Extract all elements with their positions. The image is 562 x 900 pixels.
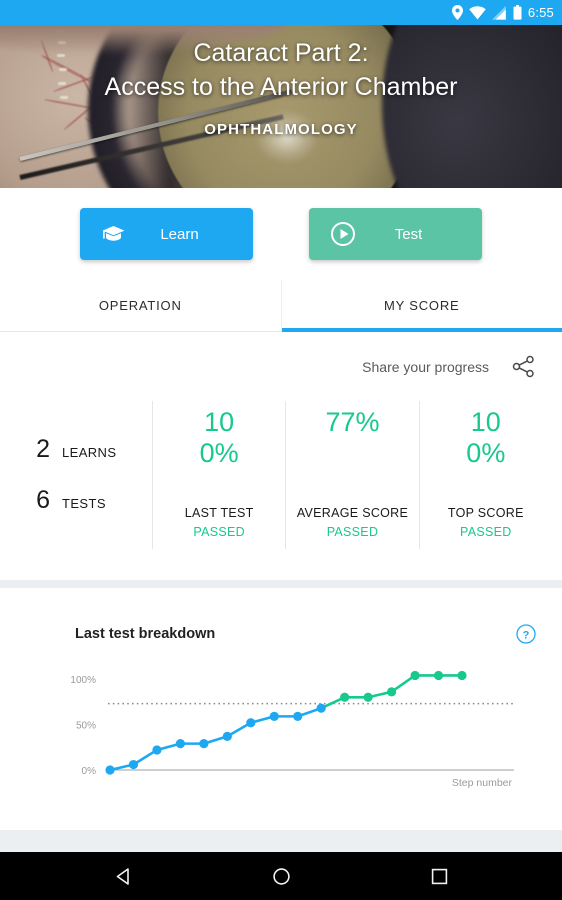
tab-bar: OPERATION MY SCORE [0, 280, 562, 332]
stat-last-test: 100% LAST TEST PASSED [152, 401, 285, 549]
hero-banner: Cataract Part 2: Access to the Anterior … [0, 25, 562, 188]
chart-data-point [128, 759, 139, 770]
chart-header: Last test breakdown ? [0, 588, 562, 644]
hero-subtitle: OPHTHALMOLOGY [204, 121, 358, 138]
chart-data-point [269, 711, 279, 721]
back-triangle-icon[interactable] [103, 856, 143, 896]
tests-count-value: 6 [36, 486, 50, 514]
app-root: 6:55 Cataract Part 2: Access to the Ante… [0, 0, 562, 900]
chart-data-point [387, 687, 397, 697]
chart-title: Last test breakdown [75, 626, 216, 642]
android-nav-bar [0, 852, 562, 900]
tab-operation[interactable]: OPERATION [0, 280, 281, 331]
top-score-value: 100% [466, 407, 506, 468]
test-button[interactable]: Test [309, 208, 482, 260]
score-line-chart: 0% 50% 100% Step number [70, 670, 514, 789]
last-test-breakdown-card: Last test breakdown ? 0% 50% 100% Step numb… [0, 588, 562, 830]
top-score-status: PASSED [460, 525, 512, 539]
x-axis-label: Step number [452, 777, 513, 789]
chart-data-point [363, 692, 373, 702]
chart-data-point [340, 692, 350, 702]
last-test-status: PASSED [193, 525, 245, 539]
chart-data-point [410, 670, 420, 681]
home-circle-icon[interactable] [261, 856, 301, 896]
stat-top-score: 100% TOP SCORE PASSED [418, 401, 552, 549]
status-bar: 6:55 [0, 0, 562, 25]
average-score-status: PASSED [326, 525, 379, 539]
hero-title-line-1: Cataract Part 2: [193, 39, 369, 67]
share-icon[interactable] [511, 354, 536, 379]
hero-title-line-2: Access to the Anterior Chamber [104, 73, 458, 101]
learn-button[interactable]: Learn [80, 208, 253, 260]
stats-row: 2 LEARNS 6 TESTS 100% LAST TEST PASSED 7… [0, 401, 562, 549]
svg-text:?: ? [523, 629, 530, 641]
chart-data-point [457, 670, 467, 681]
chart-data-point [105, 765, 115, 775]
learns-count-value: 2 [36, 435, 50, 463]
last-test-value: 100% [199, 407, 239, 468]
last-test-label: LAST TEST [184, 506, 254, 520]
chart-area: 0% 50% 100% Step number [0, 658, 562, 798]
tests-count-label: TESTS [62, 496, 106, 511]
play-circle-icon [331, 222, 355, 246]
location-pin-icon [451, 5, 463, 20]
chart-data-point [175, 739, 185, 749]
average-score-value: 77% [325, 407, 380, 437]
y-axis-tick-label: 0% [82, 766, 97, 777]
tests-count-row: 6 TESTS [24, 486, 152, 515]
learns-count-label: LEARNS [62, 445, 117, 460]
wifi-icon [469, 5, 486, 20]
average-score-label: AVERAGE SCORE [296, 506, 409, 520]
tab-my-score[interactable]: MY SCORE [280, 280, 562, 332]
chart-data-point [222, 731, 232, 741]
recents-square-icon[interactable] [419, 856, 459, 896]
status-time: 6:55 [527, 5, 554, 20]
graduation-cap-icon [102, 225, 125, 243]
content-gap [0, 830, 562, 852]
learns-count-row: 2 LEARNS [24, 435, 152, 464]
y-axis-tick-label: 50% [76, 721, 96, 732]
chart-data-point [199, 739, 209, 749]
share-progress-label[interactable]: Share your progress [362, 359, 489, 375]
chart-data-point [433, 670, 444, 681]
chart-data-point [316, 703, 326, 713]
share-row: Share your progress [0, 332, 562, 379]
action-button-row: Learn Test [0, 188, 562, 280]
top-score-label: TOP SCORE [447, 506, 524, 520]
cell-signal-icon [491, 5, 507, 20]
battery-icon [513, 5, 522, 20]
stat-average-score: 77% AVERAGE SCORE PASSED [285, 401, 418, 549]
chart-data-point [293, 711, 303, 721]
y-axis-tick-label: 100% [70, 675, 96, 686]
help-circle-icon[interactable]: ? [516, 624, 536, 644]
activity-counts: 2 LEARNS 6 TESTS [10, 401, 152, 549]
score-summary-card: Share your progress 2 LEARNS 6 TESTS 100… [0, 332, 562, 580]
chart-data-point [152, 745, 162, 755]
chart-data-point [246, 718, 256, 728]
